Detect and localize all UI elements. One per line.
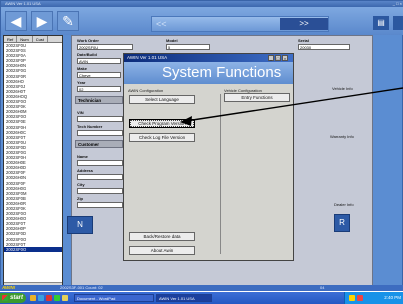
- serial-label: Serial: [298, 38, 309, 43]
- awin-configuration-label: AWIN Configuration: [128, 88, 164, 93]
- date-label: Date/Build: [77, 52, 97, 57]
- document-icon: N: [77, 220, 83, 229]
- work-order-list: Ref Num Cust 2002SF0U 2002SF0S 2002SF0A 200…: [3, 35, 63, 289]
- check-program-version-button[interactable]: Check Program Version: [129, 119, 195, 128]
- report-icon: R: [339, 218, 345, 227]
- minimize-icon[interactable]: _: [268, 55, 274, 61]
- record-pager: << >>: [151, 16, 329, 32]
- tools-button[interactable]: ✎: [57, 11, 79, 31]
- model-field[interactable]: 5: [166, 44, 210, 50]
- task-wordpad[interactable]: Document - WordPad: [74, 294, 154, 302]
- start-button[interactable]: start: [0, 293, 26, 303]
- status-bar: AWIN! 2002S3F-001 Count: 02 04: [0, 285, 403, 291]
- vehicle-info-label: Vehicle Info: [332, 86, 353, 91]
- address-field[interactable]: [77, 174, 123, 180]
- backup-restore-button[interactable]: Back/Restore data: [129, 232, 195, 241]
- windows-logo-icon: [2, 295, 8, 301]
- forward-button[interactable]: ▶: [31, 11, 53, 31]
- task-awin[interactable]: AWIN Ver 1.01 USA: [156, 294, 212, 302]
- entry-functions-button[interactable]: Entry Functions: [224, 93, 290, 102]
- left-arrow-icon: ◀: [10, 13, 22, 29]
- work-order-field[interactable]: 2002SF0U: [77, 44, 133, 50]
- technician-section-header: Technician: [75, 96, 123, 104]
- desktop-icon[interactable]: [54, 295, 60, 301]
- dialog-heading: System Functions: [162, 64, 282, 81]
- exit-button[interactable]: [393, 16, 403, 30]
- year-field[interactable]: 02: [77, 86, 121, 92]
- report-button[interactable]: R: [334, 214, 350, 232]
- check-log-file-version-button[interactable]: Check Log File Version: [129, 133, 195, 142]
- zip-field[interactable]: [77, 202, 123, 208]
- city-field[interactable]: [77, 188, 123, 194]
- zip-label: Zip: [77, 196, 83, 201]
- tab-num[interactable]: Num: [17, 36, 33, 42]
- tab-ref[interactable]: Ref: [4, 36, 18, 42]
- toolbar: ◀ ▶ ✎ << >> ▤: [1, 7, 403, 35]
- close-icon[interactable]: ×: [282, 55, 288, 61]
- status-text: 2002S3F-001 Count: 02: [60, 285, 103, 290]
- column-divider: [220, 94, 221, 254]
- name-label: Name: [77, 154, 88, 159]
- select-language-button[interactable]: Select Language: [129, 95, 195, 104]
- serial-field[interactable]: 20030: [298, 44, 350, 50]
- right-arrow-icon: ▶: [36, 13, 48, 29]
- dialog-header: System Functions: [124, 62, 293, 84]
- date-field[interactable]: AVIN: [77, 58, 121, 64]
- printer-icon: ▤: [377, 18, 385, 27]
- folder-icon[interactable]: [62, 295, 68, 301]
- browser-icon[interactable]: [38, 295, 44, 301]
- vin-label: VIN: [77, 110, 84, 115]
- status-right-text: 04: [320, 285, 325, 290]
- clock: 2:40 PM: [384, 295, 401, 300]
- about-awin-button[interactable]: About Awin: [129, 246, 195, 255]
- warranty-info-label: Warranty Info: [330, 134, 354, 139]
- model-label: Model: [166, 38, 178, 43]
- page: AWIN Ver 1.01 USA _ □ × ◀ ▶ ✎ << >> ▤ Re…: [0, 0, 403, 304]
- tech-number-field[interactable]: [77, 130, 123, 136]
- status-logo: AWIN!: [2, 285, 16, 290]
- tab-cust[interactable]: Cust: [33, 36, 48, 42]
- dealer-info-label: Dealer Info: [334, 202, 354, 207]
- maximize-icon[interactable]: □: [275, 55, 281, 61]
- list-item[interactable]: 2002SF0O: [4, 246, 62, 252]
- media-icon[interactable]: [46, 295, 52, 301]
- name-field[interactable]: [77, 160, 123, 166]
- tray-icon[interactable]: [357, 295, 363, 301]
- print-button[interactable]: ▤: [373, 16, 389, 30]
- quicklaunch-icon[interactable]: [30, 295, 36, 301]
- tech-number-label: Tech Number: [77, 124, 103, 129]
- work-order-label: Work Order: [77, 38, 99, 43]
- list-items: 2002SF0U 2002SF0S 2002SF0A 2002SF0P 20026H0N…: [4, 43, 62, 252]
- list-tabs: Ref Num Cust: [4, 36, 62, 43]
- new-document-button[interactable]: N: [67, 216, 93, 234]
- tray-icon[interactable]: [349, 295, 355, 301]
- address-label: Address: [77, 168, 94, 173]
- system-functions-dialog: AWIN Ver 1.01 USA _ □ × System Functions…: [123, 53, 294, 261]
- dialog-title-text: AWIN Ver 1.01 USA: [127, 55, 168, 60]
- city-label: City: [77, 182, 85, 187]
- start-label: start: [10, 295, 24, 301]
- make-field[interactable]: Cheve: [77, 72, 121, 78]
- taskbar: start Document - WordPad AWIN Ver 1.01 U…: [0, 292, 403, 304]
- make-label: Make: [77, 66, 88, 71]
- year-label: Year: [77, 80, 86, 85]
- prev-record-button[interactable]: <<: [156, 17, 167, 31]
- main-title-text: AWIN Ver 1.01 USA: [5, 1, 41, 6]
- system-tray: 2:40 PM: [344, 292, 403, 304]
- back-button[interactable]: ◀: [5, 11, 27, 31]
- wrench-icon: ✎: [62, 13, 74, 29]
- vin-field[interactable]: [77, 116, 123, 122]
- customer-section-header: Customer: [75, 140, 123, 148]
- next-record-button[interactable]: >>: [280, 18, 328, 30]
